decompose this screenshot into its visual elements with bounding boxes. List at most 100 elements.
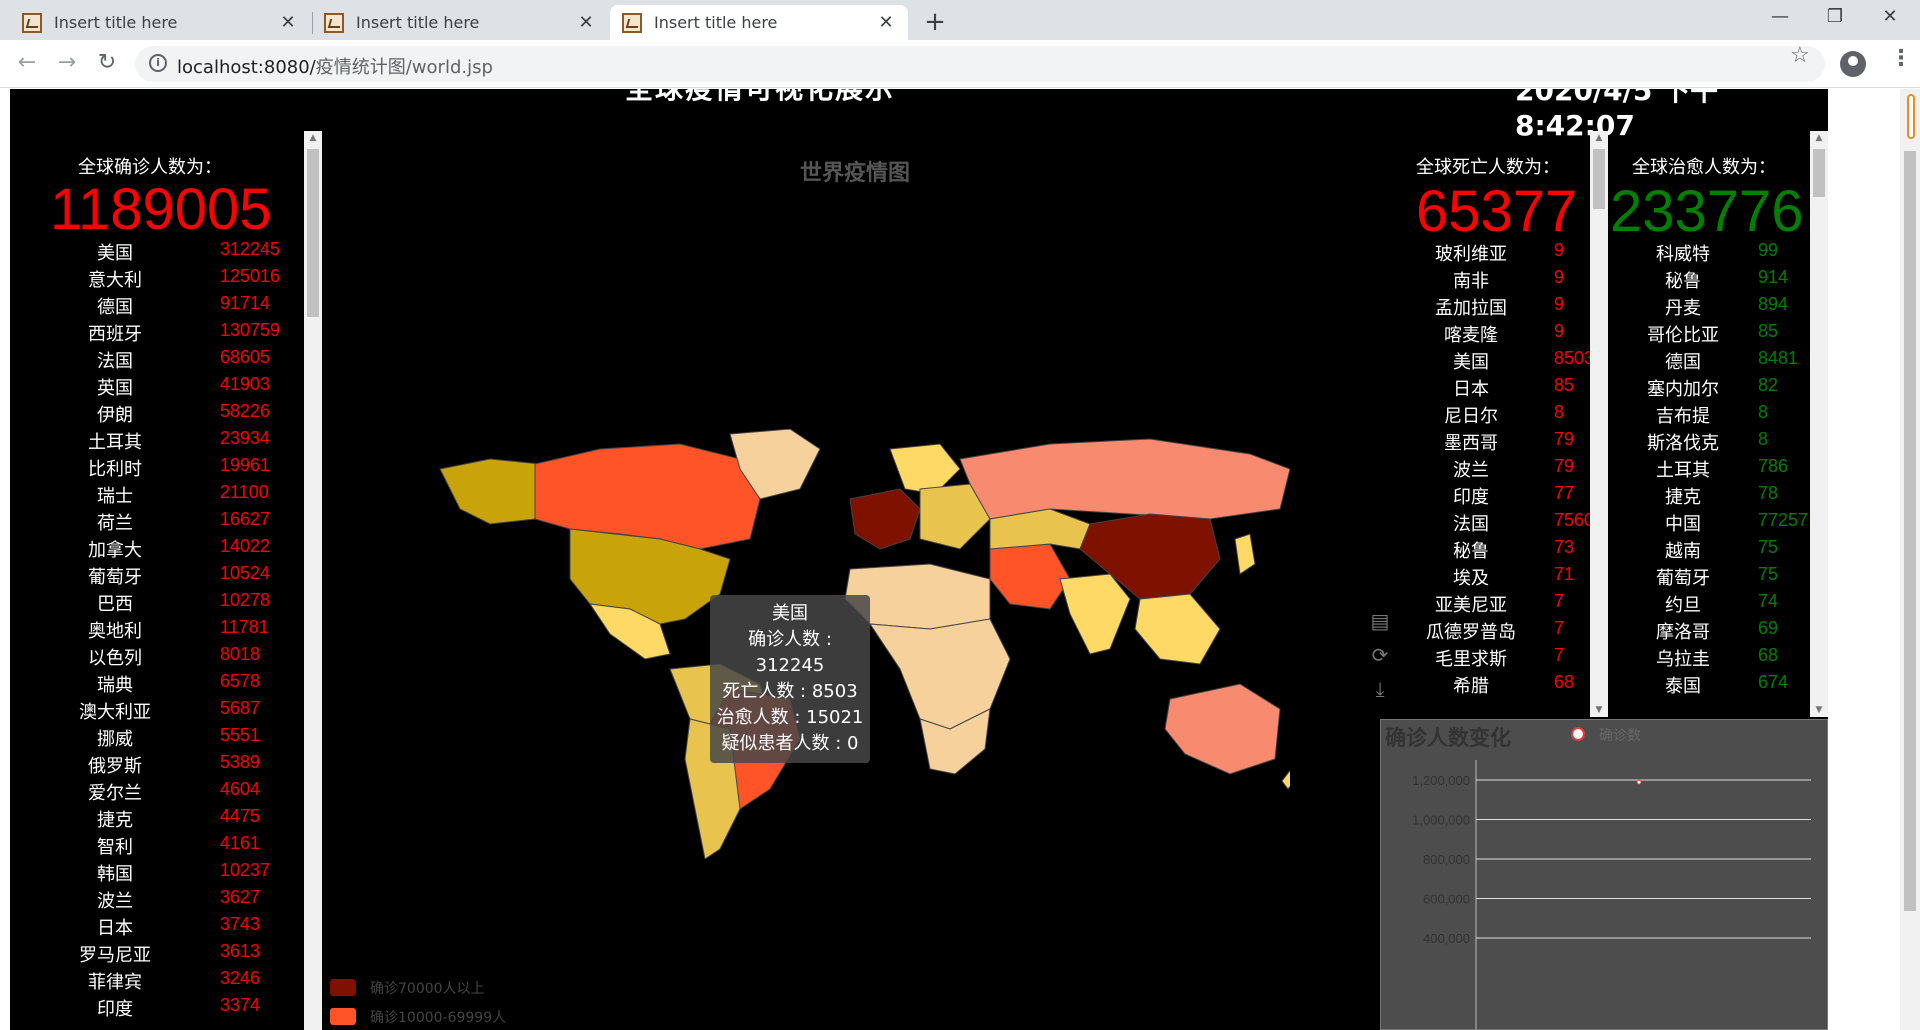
map-region-alaska[interactable] [439, 458, 541, 525]
deaths-scrollbar[interactable]: ▲ ▼ [1590, 131, 1608, 717]
browser-tab-1[interactable]: Insert title here ✕ [10, 5, 310, 40]
page-scrollbar[interactable] [1900, 89, 1920, 1030]
country-value: 7560 [1554, 510, 1595, 530]
map-region-india[interactable] [1059, 573, 1131, 655]
list-item: 爱尔兰 4604 [10, 779, 320, 806]
page-favicon-icon [324, 12, 344, 33]
chart-title: 确诊人数变化 [1385, 726, 1511, 750]
deaths-label: 全球死亡人数为： [1416, 157, 1560, 178]
map-region-australia[interactable] [1164, 683, 1281, 775]
back-arrow-icon[interactable]: ← [12, 50, 42, 75]
country-name: 美国 [97, 243, 133, 264]
recovered-panel: 全球治愈人数为： 233776 科威特 99 秘鲁 914 丹麦 894 哥伦比亚 85 德国 8… [1608, 129, 1818, 719]
country-name: 尼日尔 [1444, 406, 1498, 427]
map-region-middle-east[interactable] [989, 543, 1071, 610]
close-window-icon[interactable]: ✕ [1870, 6, 1910, 27]
country-name: 瑞典 [97, 675, 133, 696]
list-item: 秘鲁 914 [1608, 267, 1818, 294]
scroll-thumb[interactable] [1593, 149, 1605, 209]
list-item: 土耳其 786 [1608, 456, 1818, 483]
country-name: 韩国 [97, 864, 133, 885]
scroll-up-arrow-icon[interactable]: ▲ [304, 131, 322, 145]
country-name: 希腊 [1453, 676, 1489, 697]
site-info-icon[interactable]: i [149, 54, 167, 72]
map-region-russia[interactable] [959, 438, 1290, 520]
recovered-list: 科威特 99 秘鲁 914 丹麦 894 哥伦比亚 85 德国 8481 塞内加尔 82 吉布提 8 斯洛伐… [1608, 240, 1818, 699]
y-tick-label: 1,200,000 [1412, 773, 1470, 788]
list-item: 英国 41903 [10, 374, 320, 401]
restore-window-icon[interactable]: ❐ [1815, 6, 1855, 27]
country-value: 41903 [220, 374, 271, 394]
country-value: 58226 [220, 401, 271, 421]
scroll-thumb[interactable] [1813, 149, 1825, 197]
country-name: 爱尔兰 [88, 783, 142, 804]
country-name: 捷克 [97, 810, 133, 831]
y-tick-label: 800,000 [1423, 852, 1470, 867]
map-title: 世界疫情图 [800, 161, 911, 186]
legend-dot-icon [1571, 727, 1585, 741]
country-value: 10524 [220, 563, 271, 583]
list-item: 伊朗 58226 [10, 401, 320, 428]
country-value: 312245 [220, 239, 281, 259]
browser-tab-2[interactable]: Insert title here ✕ [312, 5, 608, 40]
list-item: 泰国 674 [1608, 672, 1818, 699]
tooltip-country: 美国 [772, 603, 808, 624]
bookmark-star-icon[interactable]: ☆ [1790, 43, 1810, 68]
tab-close-icon[interactable]: ✕ [278, 12, 298, 33]
page-favicon-icon [622, 12, 642, 33]
country-name: 菲律宾 [88, 972, 142, 993]
country-value: 68 [1554, 672, 1575, 692]
country-name: 喀麦隆 [1444, 325, 1498, 346]
country-value: 91714 [220, 293, 271, 313]
minimize-icon[interactable]: — [1760, 6, 1800, 27]
country-name: 土耳其 [1656, 460, 1710, 481]
list-item: 印度 3374 [10, 995, 320, 1022]
map-region-europe-west[interactable] [849, 488, 921, 550]
confirmed-scrollbar[interactable]: ▲ [304, 131, 322, 1030]
list-item: 美国 8503 [1386, 348, 1600, 375]
map-region-canada[interactable] [534, 443, 761, 550]
profile-avatar-icon[interactable] [1840, 51, 1866, 77]
reload-icon[interactable]: ↻ [92, 50, 122, 75]
map-region-southeast-asia[interactable] [1134, 593, 1221, 665]
country-value: 10278 [220, 590, 271, 610]
page-scroll-thumb[interactable] [1904, 151, 1916, 911]
country-value: 16627 [220, 509, 271, 529]
tab-close-icon[interactable]: ✕ [576, 12, 596, 33]
list-item: 以色列 8018 [10, 644, 320, 671]
tooltip-deaths: 死亡人数 : 8503 [722, 681, 858, 702]
legend-label: 确诊10000-69999人 [370, 1010, 507, 1026]
recovered-scrollbar[interactable]: ▲ ▼ [1810, 131, 1828, 717]
browser-tab-3[interactable]: Insert title here ✕ [610, 5, 908, 40]
country-name: 科威特 [1656, 244, 1710, 265]
legend-label: 确诊70000人以上 [370, 981, 485, 997]
country-name: 伊朗 [97, 405, 133, 426]
list-item: 西班牙 130759 [10, 320, 320, 347]
new-tab-plus-icon[interactable]: + [920, 7, 950, 37]
kebab-menu-icon[interactable]: ⋮ [1890, 46, 1912, 71]
country-value: 11781 [220, 617, 269, 637]
list-item: 罗马尼亚 3613 [10, 941, 320, 968]
country-value: 674 [1758, 672, 1789, 692]
data-point[interactable] [1636, 779, 1642, 785]
map-region-new-zealand[interactable] [1281, 764, 1290, 790]
scroll-down-arrow-icon[interactable]: ▼ [1810, 703, 1828, 717]
tab-close-icon[interactable]: ✕ [876, 12, 896, 33]
country-name: 智利 [97, 837, 133, 858]
scroll-up-arrow-icon[interactable]: ▲ [1810, 131, 1828, 145]
list-item: 比利时 19961 [10, 455, 320, 482]
country-name: 罗马尼亚 [79, 945, 151, 966]
list-item: 菲律宾 3246 [10, 968, 320, 995]
country-value: 68 [1758, 645, 1779, 665]
address-bar[interactable]: i localhost:8080/疫情统计图/world.jsp [135, 46, 1825, 82]
scroll-down-arrow-icon[interactable]: ▼ [1590, 703, 1608, 717]
map-region-japan[interactable] [1234, 533, 1256, 575]
list-item: 哥伦比亚 85 [1608, 321, 1818, 348]
scroll-thumb[interactable] [307, 149, 319, 317]
recovered-total: 233776 [1610, 179, 1804, 244]
list-item: 埃及 71 [1386, 564, 1600, 591]
forward-arrow-icon[interactable]: → [52, 50, 82, 75]
country-name: 埃及 [1453, 568, 1489, 589]
y-tick-label: 400,000 [1423, 931, 1470, 946]
scroll-up-arrow-icon[interactable]: ▲ [1590, 131, 1608, 145]
